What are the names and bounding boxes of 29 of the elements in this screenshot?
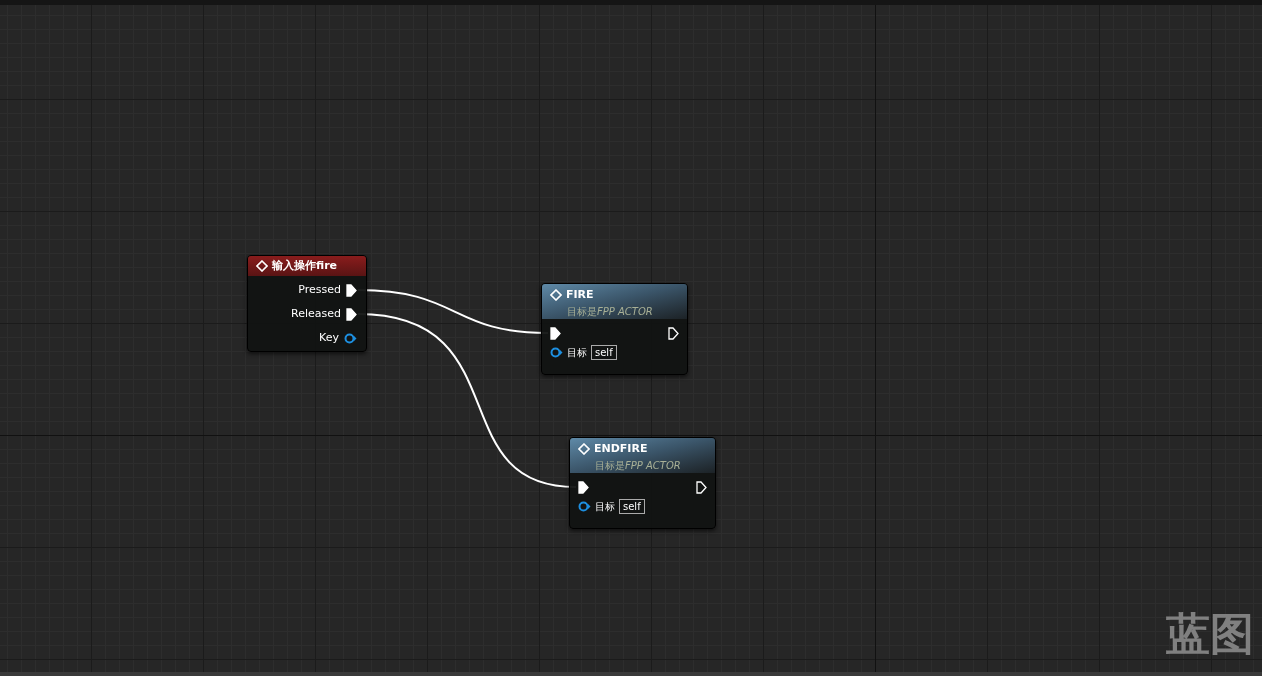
exec-pin-icon[interactable] [346,307,357,321]
node-title: FIRE [566,287,594,303]
target-value-field[interactable]: self [591,345,617,360]
function-icon [256,260,268,272]
function-node[interactable]: ENDFIRE 目标是FPP ACTOR 目标 self [569,437,716,529]
data-pin-icon[interactable] [550,347,563,358]
exec-out-pin-icon[interactable] [696,481,707,494]
pin-label: Pressed [298,281,341,298]
function-icon [550,289,562,302]
pin-label: Released [291,305,341,322]
pin-label: 目标 [567,346,587,360]
exec-in-pin-icon[interactable] [550,327,561,340]
exec-in-pin-icon[interactable] [578,481,589,494]
graph-canvas[interactable]: 输入操作fire Pressed Released Key FIRE 目标是FPP ACTOR 目标 self ENDFIRE 目标是FPP ACTOR 目标 self 蓝图 [0,0,1262,676]
exec-out-pin-icon[interactable] [668,327,679,340]
node-title: ENDFIRE [594,441,648,457]
pin-label: 目标 [595,500,615,514]
exec-pin-icon[interactable] [346,283,357,297]
node-subtitle: 目标是FPP ACTOR [595,458,681,473]
data-pin-icon[interactable] [344,332,357,344]
node-subtitle: 目标是FPP ACTOR [567,304,653,319]
pin-label: Key [319,329,339,346]
graph-label: 蓝图 [1166,612,1254,656]
function-node[interactable]: FIRE 目标是FPP ACTOR 目标 self [541,283,688,375]
node-title: 输入操作fire [272,257,338,274]
event-node[interactable]: 输入操作fire Pressed Released Key [247,255,367,352]
function-icon [578,443,590,456]
target-value-field[interactable]: self [619,499,645,514]
data-pin-icon[interactable] [578,501,591,512]
